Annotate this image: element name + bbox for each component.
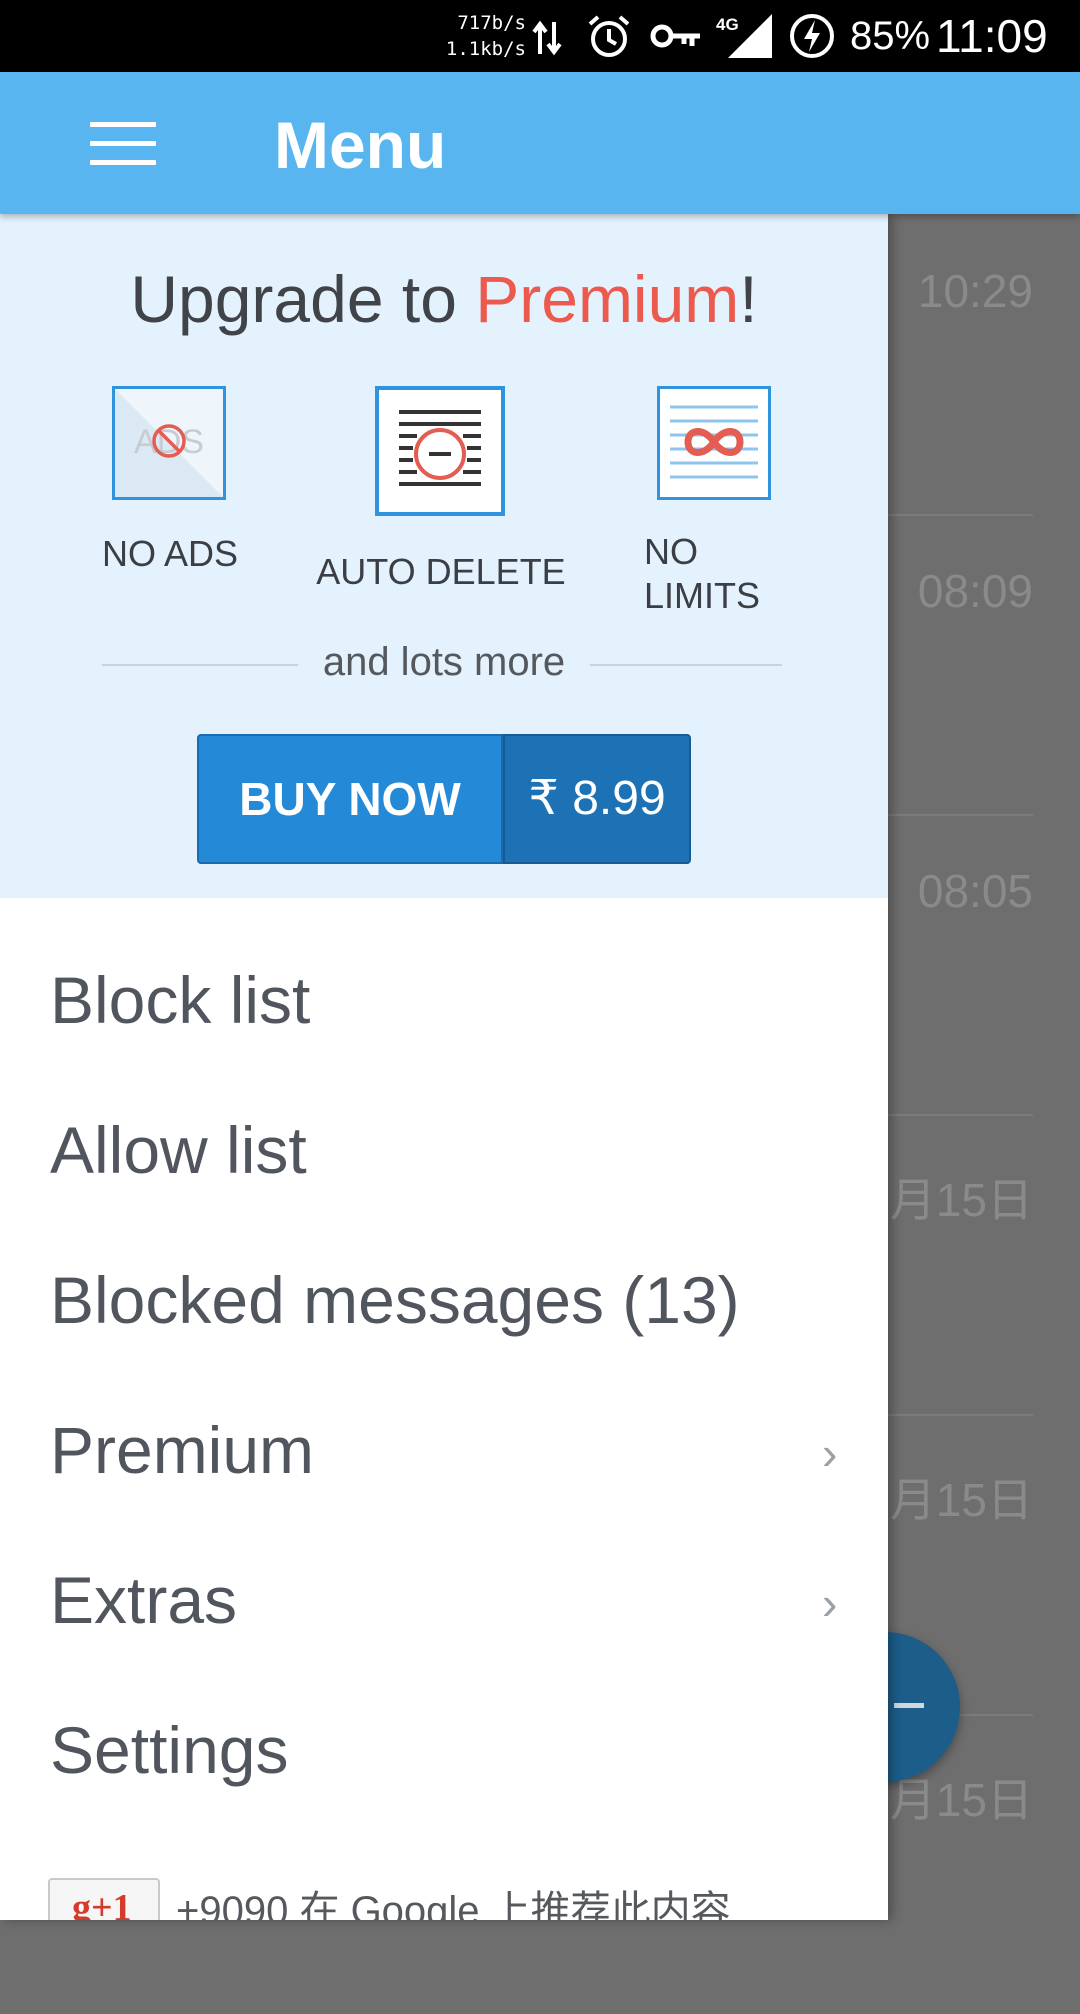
menu-item-block-list[interactable]: Block list — [0, 922, 888, 1072]
navigation-drawer: Upgrade to Premium! ADS NO ADS AUTO DELE… — [0, 214, 888, 1920]
promo-title-suffix: ! — [739, 262, 758, 336]
list-item: 10:29 — [888, 214, 1033, 516]
feature-label-auto-delete: AUTO DELETE — [316, 551, 566, 592]
menu-item-allow-list[interactable]: Allow list — [0, 1072, 888, 1222]
menu-item-label: Block list — [50, 963, 311, 1037]
message-time: 月15日 — [889, 1174, 1033, 1226]
divider — [102, 664, 298, 666]
google-plus-row: g+1 +9090 在 Google 上推荐此内容 — [0, 1854, 888, 1920]
buy-now-button[interactable]: BUY NOW — [197, 734, 503, 864]
menu-item-label: Extras — [50, 1563, 238, 1637]
google-plus-icon: g+1 — [72, 1887, 132, 1920]
data-transfer-icon — [532, 20, 562, 56]
menu-item-extras[interactable]: Extras › — [0, 1522, 888, 1672]
plus-icon — [894, 1703, 924, 1708]
menu-item-settings[interactable]: Settings — [0, 1672, 888, 1822]
app-toolbar: Menu — [0, 72, 1080, 214]
chevron-right-icon: › — [822, 1427, 838, 1479]
auto-delete-icon — [375, 386, 505, 516]
list-item: 月15日 — [888, 1114, 1033, 1416]
signal-icon: 4G — [716, 14, 772, 58]
message-time: 10:29 — [917, 265, 1033, 317]
menu-item-premium[interactable]: Premium › — [0, 1372, 888, 1522]
menu-item-label: Allow list — [50, 1113, 307, 1187]
toolbar-title: Menu — [274, 108, 447, 182]
promo-title-highlight: Premium — [475, 262, 740, 336]
hamburger-icon[interactable] — [90, 122, 156, 166]
net-up-speed: 1.1kb/s — [445, 38, 526, 60]
menu-item-label: Premium — [50, 1413, 315, 1487]
feature-label-no-limits-line2: LIMITS — [644, 575, 761, 616]
menu-item-label: Blocked messages (13) — [50, 1263, 740, 1337]
list-item: 08:05 — [888, 814, 1033, 1116]
feature-label-no-limits-line1: NO — [644, 531, 698, 572]
menu-item-label: Settings — [50, 1713, 289, 1787]
price-button[interactable]: ₹ 8.99 — [503, 734, 691, 864]
infinity-icon — [657, 386, 771, 500]
list-item: 08:09 — [888, 514, 1033, 816]
alarm-icon — [588, 15, 630, 57]
message-time: 月15日 — [889, 1474, 1033, 1526]
promo-title: Upgrade to Premium! — [0, 260, 888, 338]
promo-title-prefix: Upgrade to — [130, 262, 476, 336]
status-bar: 717b/s 1.1kb/s 4G 85% 11:09 — [0, 0, 1080, 72]
google-plus-one-button[interactable]: g+1 — [48, 1878, 160, 1920]
clock: 11:09 — [936, 10, 1048, 62]
no-ads-icon: ADS — [112, 386, 226, 500]
message-time: 08:09 — [917, 565, 1033, 617]
and-lots-more-text: and lots more — [322, 640, 566, 684]
divider — [590, 664, 782, 666]
feature-label-no-ads: NO ADS — [101, 533, 239, 574]
vpn-key-icon — [650, 24, 700, 48]
network-speed: 717b/s 1.1kb/s — [440, 10, 526, 62]
network-type: 4G — [716, 15, 739, 34]
menu-item-blocked-messages[interactable]: Blocked messages (13) — [0, 1222, 888, 1372]
message-time: 08:05 — [917, 865, 1033, 917]
chevron-right-icon: › — [822, 1577, 838, 1629]
feature-label-no-limits: NO LIMITS — [644, 530, 760, 618]
net-down-speed: 717b/s — [457, 12, 526, 34]
battery-charging-icon — [790, 14, 834, 58]
premium-promo: Upgrade to Premium! ADS NO ADS AUTO DELE… — [0, 214, 888, 898]
google-plus-text: +9090 在 Google 上推荐此内容 — [176, 1889, 731, 1920]
battery-level: 85% — [850, 14, 931, 58]
